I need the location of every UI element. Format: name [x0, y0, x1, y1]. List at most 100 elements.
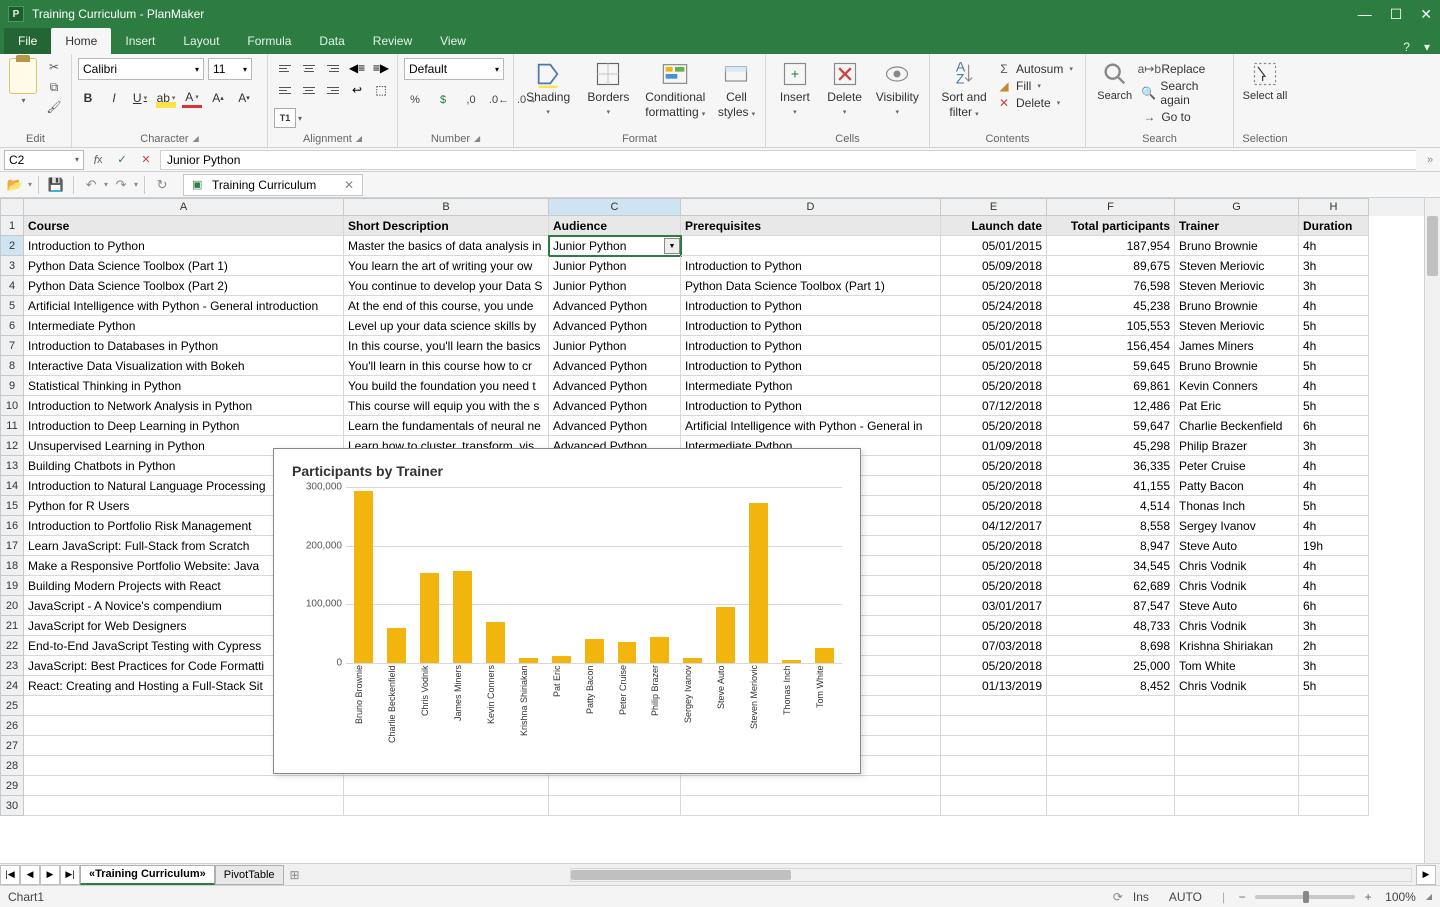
cell[interactable]: Advanced Python	[549, 356, 681, 376]
cell[interactable]: Advanced Python	[549, 376, 681, 396]
zoom-expand-icon[interactable]: ◢	[1426, 892, 1432, 901]
cell[interactable]	[1299, 796, 1369, 816]
cell[interactable]: 87,547	[1047, 596, 1175, 616]
decrease-indent[interactable]: ◀≡	[346, 58, 368, 78]
cell[interactable]: 01/13/2019	[941, 676, 1047, 696]
cell[interactable]: Philip Brazer	[1175, 436, 1299, 456]
cell[interactable]: Kevin Conners	[1175, 376, 1299, 396]
highlight-color-button[interactable]: ab▾	[156, 88, 176, 108]
sort-filter-button[interactable]: AZ Sort and filter ▾	[936, 58, 992, 120]
cell[interactable]	[941, 756, 1047, 776]
cell[interactable]: 187,954	[1047, 236, 1175, 256]
cell[interactable]: 05/20/2018	[941, 456, 1047, 476]
cell[interactable]: Bruno Brownie	[1175, 296, 1299, 316]
cell[interactable]: Steven Meriovic	[1175, 256, 1299, 276]
cell[interactable]: Steven Meriovic	[1175, 276, 1299, 296]
zoom-out-button[interactable]: −	[1235, 890, 1249, 904]
cell[interactable]	[344, 796, 549, 816]
cell[interactable]: 62,689	[1047, 576, 1175, 596]
cell[interactable]: Advanced Python	[549, 316, 681, 336]
cell[interactable]	[1175, 736, 1299, 756]
align-bottom-left[interactable]	[274, 80, 296, 100]
merge-cells[interactable]: ⬚	[370, 80, 392, 100]
increase-decimal[interactable]: .0←	[488, 90, 510, 110]
row-header-16[interactable]: 16	[0, 516, 24, 536]
row-header-30[interactable]: 30	[0, 796, 24, 816]
copy-icon[interactable]: ⧉	[44, 78, 64, 96]
cell[interactable]: 05/09/2018	[941, 256, 1047, 276]
cell[interactable]: 4h	[1299, 456, 1369, 476]
cell[interactable]: 05/20/2018	[941, 416, 1047, 436]
status-auto[interactable]: AUTO	[1169, 890, 1202, 904]
cell[interactable]	[344, 776, 549, 796]
font-family-select[interactable]: Calibri▾	[78, 58, 204, 80]
cell[interactable]	[1299, 776, 1369, 796]
comma-button[interactable]: ,0	[460, 90, 482, 110]
cell[interactable]	[941, 716, 1047, 736]
cell[interactable]: 36,335	[1047, 456, 1175, 476]
cell[interactable]: 07/12/2018	[941, 396, 1047, 416]
row-header-18[interactable]: 18	[0, 556, 24, 576]
cell[interactable]: Introduction to Python	[681, 356, 941, 376]
row-header-7[interactable]: 7	[0, 336, 24, 356]
percent-button[interactable]: %	[404, 90, 426, 110]
column-header-E[interactable]: E	[941, 198, 1047, 216]
row-header-5[interactable]: 5	[0, 296, 24, 316]
cell[interactable]	[1047, 696, 1175, 716]
cell[interactable]	[1047, 716, 1175, 736]
cell[interactable]: 76,598	[1047, 276, 1175, 296]
row-header-20[interactable]: 20	[0, 596, 24, 616]
cell[interactable]: 45,238	[1047, 296, 1175, 316]
cell[interactable]: Introduction to Python	[681, 336, 941, 356]
autosum-button[interactable]: ΣAutosum▾	[996, 62, 1073, 76]
cell[interactable]: 4h	[1299, 376, 1369, 396]
tab-nav-next[interactable]: ▶	[40, 865, 60, 885]
cell[interactable]	[941, 796, 1047, 816]
row-header-23[interactable]: 23	[0, 656, 24, 676]
row-header-15[interactable]: 15	[0, 496, 24, 516]
align-bottom-center[interactable]	[298, 80, 320, 100]
cell[interactable]: Introduction to Python	[681, 296, 941, 316]
cell[interactable]	[1047, 796, 1175, 816]
sheet-tab-pivottable[interactable]: PivotTable	[215, 865, 284, 885]
sheet-tab-active[interactable]: «Training Curriculum»	[80, 865, 215, 885]
header-cell-A[interactable]: Course	[24, 216, 344, 236]
row-header-1[interactable]: 1	[0, 216, 24, 236]
menu-tab-formula[interactable]: Formula	[233, 28, 305, 54]
cell[interactable]: 69,861	[1047, 376, 1175, 396]
cell[interactable]: 156,454	[1047, 336, 1175, 356]
cell[interactable]: 5h	[1299, 316, 1369, 336]
cell[interactable]: 41,155	[1047, 476, 1175, 496]
underline-button[interactable]: U▾	[130, 88, 150, 108]
cell[interactable]: 05/20/2018	[941, 476, 1047, 496]
cell[interactable]: Junior Python	[549, 276, 681, 296]
cell[interactable]: 5h	[1299, 396, 1369, 416]
cell[interactable]: Python Data Science Toolbox (Part 1)	[681, 276, 941, 296]
row-header-21[interactable]: 21	[0, 616, 24, 636]
decrease-font-button[interactable]: A▾	[234, 88, 254, 108]
header-cell-C[interactable]: Audience	[549, 216, 681, 236]
select-all-button[interactable]: Select all	[1240, 58, 1290, 103]
cell[interactable]: Chris Vodnik	[1175, 576, 1299, 596]
row-header-11[interactable]: 11	[0, 416, 24, 436]
delete-cells-button[interactable]: Delete▾	[822, 58, 868, 118]
cell[interactable]: Introduction to Python	[681, 396, 941, 416]
search-button[interactable]: Search	[1092, 58, 1137, 103]
cell[interactable]: At the end of this course, you unde	[344, 296, 549, 316]
row-header-28[interactable]: 28	[0, 756, 24, 776]
cell[interactable]: Chris Vodnik	[1175, 616, 1299, 636]
cell[interactable]	[681, 776, 941, 796]
zoom-slider[interactable]	[1255, 895, 1355, 899]
paste-button[interactable]	[6, 58, 40, 105]
cell[interactable]: 89,675	[1047, 256, 1175, 276]
number-format-select[interactable]: Default▾	[404, 58, 504, 80]
tab-nav-prev[interactable]: ◀	[20, 865, 40, 885]
minimize-button[interactable]: —	[1358, 6, 1372, 23]
open-icon[interactable]: 📂	[4, 175, 26, 195]
cell[interactable]	[1047, 736, 1175, 756]
cell[interactable]: 34,545	[1047, 556, 1175, 576]
cell[interactable]: This course will equip you with the s	[344, 396, 549, 416]
cell[interactable]	[1175, 776, 1299, 796]
cell[interactable]: 3h	[1299, 656, 1369, 676]
row-header-19[interactable]: 19	[0, 576, 24, 596]
